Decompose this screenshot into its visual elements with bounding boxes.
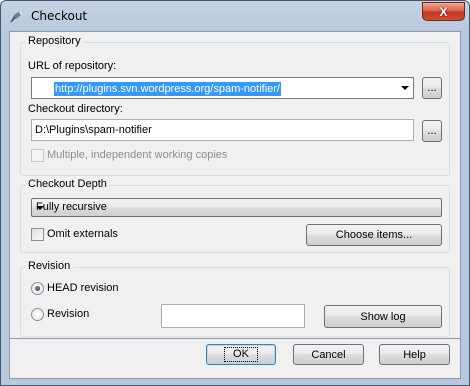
url-value: http://plugins.svn.wordpress.org/spam-no… — [54, 82, 281, 96]
depth-select[interactable]: Fully recursive — [31, 198, 442, 217]
close-button[interactable]: X — [422, 2, 465, 21]
url-browse-label: ... — [427, 82, 437, 94]
checkout-dialog: Checkout X Repository URL of repository:… — [0, 0, 470, 386]
checkout-depth-group-label: Checkout Depth — [25, 178, 110, 190]
url-combobox[interactable]: http://plugins.svn.wordpress.org/spam-no… — [31, 77, 414, 99]
cancel-button[interactable]: Cancel — [293, 344, 364, 365]
head-revision-label: HEAD revision — [47, 282, 119, 294]
repository-group: Repository URL of repository: http://plu… — [20, 35, 450, 176]
revision-radio[interactable] — [31, 308, 44, 321]
revision-group-label: Revision — [25, 260, 74, 272]
window-title: Checkout — [31, 9, 88, 23]
chevron-down-icon[interactable] — [401, 86, 409, 90]
show-log-button[interactable]: Show log — [324, 305, 442, 328]
url-label: URL of repository: — [28, 60, 117, 72]
head-revision-radio[interactable] — [31, 282, 44, 295]
choose-items-button[interactable]: Choose items... — [306, 224, 442, 246]
chevron-down-icon[interactable] — [36, 206, 44, 210]
revision-group: Revision HEAD revision Revision Show log — [20, 260, 450, 337]
choose-items-label: Choose items... — [335, 229, 413, 241]
checkout-dir-input[interactable]: D:\Plugins\spam-notifier — [31, 119, 414, 141]
dir-browse-label: ... — [427, 125, 437, 137]
revision-label: Revision — [47, 308, 90, 320]
depth-selected-value: Fully recursive — [36, 201, 107, 213]
dir-browse-button[interactable]: ... — [422, 120, 442, 142]
multiple-copies-checkbox[interactable] — [31, 149, 44, 162]
title-bar[interactable]: Checkout X — [1, 1, 469, 31]
dialog-footer: OK Cancel Help — [9, 339, 461, 379]
multiple-copies-label: Multiple, independent working copies — [47, 149, 228, 161]
checkout-dir-value: D:\Plugins\spam-notifier — [35, 124, 152, 136]
omit-externals-label: Omit externals — [47, 228, 118, 240]
show-log-label: Show log — [360, 310, 406, 323]
help-label: Help — [403, 348, 426, 361]
dialog-body: Repository URL of repository: http://plu… — [9, 31, 461, 339]
cancel-label: Cancel — [311, 348, 346, 361]
tortoisesvn-icon — [10, 11, 23, 23]
checkout-dir-label: Checkout directory: — [28, 103, 123, 115]
close-icon: X — [439, 4, 448, 19]
url-browse-button[interactable]: ... — [422, 77, 442, 99]
ok-label: OK — [224, 347, 258, 362]
radio-selected-dot — [35, 286, 40, 291]
repository-group-label: Repository — [25, 35, 84, 47]
checkout-depth-group: Checkout Depth Fully recursive Omit exte… — [20, 178, 450, 253]
ok-button[interactable]: OK — [206, 344, 276, 365]
omit-externals-checkbox[interactable] — [31, 228, 44, 241]
revision-input[interactable] — [161, 304, 305, 328]
help-button[interactable]: Help — [379, 344, 450, 365]
